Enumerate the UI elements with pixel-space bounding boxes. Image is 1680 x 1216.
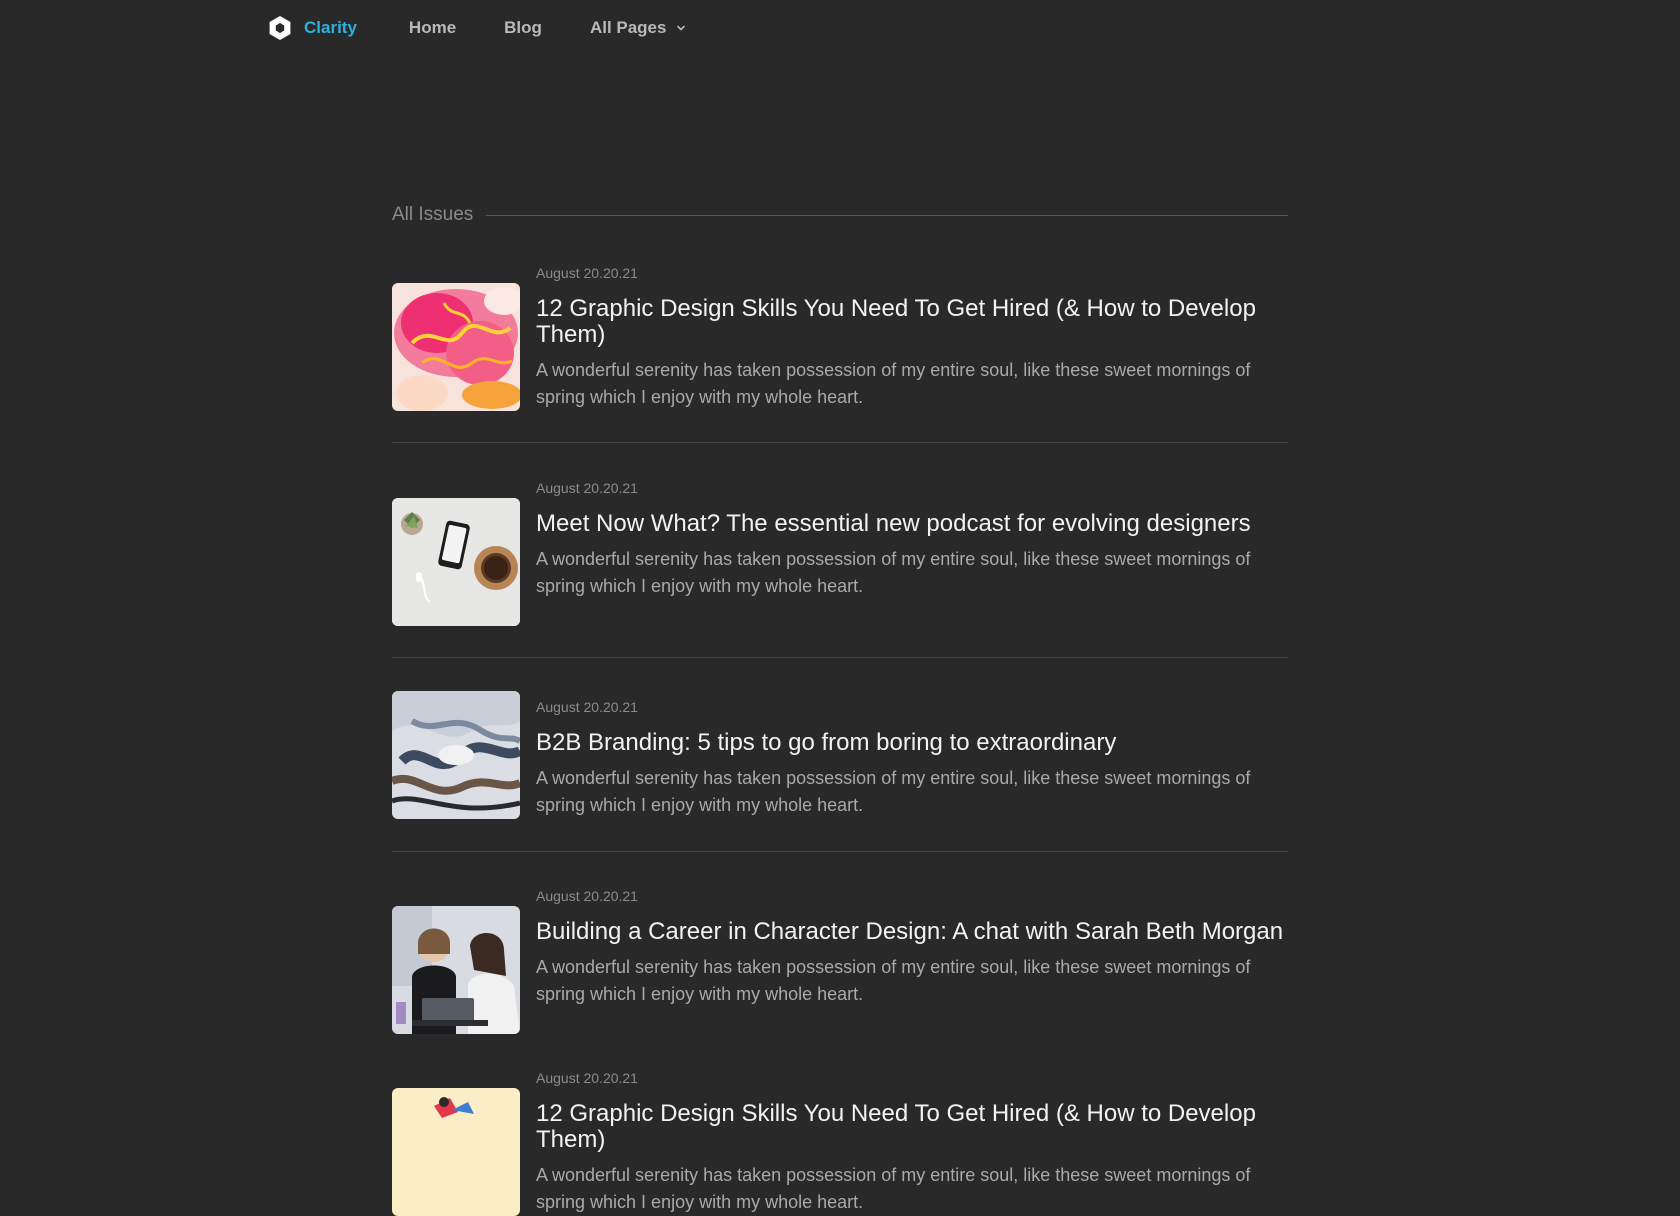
desk-phone-image: [392, 498, 520, 626]
hexagon-logo-icon: [269, 16, 291, 40]
article-divider: [392, 851, 1288, 852]
article-body-2: August 20.20.21 Meet Now What? The essen…: [536, 479, 1288, 600]
article-excerpt: A wonderful serenity has taken possessio…: [536, 957, 1251, 1004]
article-date: August 20.20.21: [536, 888, 638, 904]
section-divider: [486, 214, 1288, 216]
article-body-3: August 20.20.21 B2B Branding: 5 tips to …: [536, 698, 1288, 819]
section-title: All Issues: [392, 204, 474, 225]
nav-all-pages-label: All Pages: [589, 18, 667, 37]
article-thumbnail-1[interactable]: [392, 283, 520, 411]
nav-all-pages-dropdown[interactable]: All Pages: [590, 18, 687, 38]
nav-home-link[interactable]: Home: [409, 18, 456, 38]
article-date: August 20.20.21: [536, 265, 638, 281]
section-header: All Issues: [392, 202, 1288, 228]
article-date: August 20.20.21: [536, 699, 638, 715]
chevron-down-icon: [677, 25, 686, 31]
article-excerpt: A wonderful serenity has taken possessio…: [536, 549, 1251, 596]
article-thumbnail-2[interactable]: [392, 498, 520, 626]
article-body-4: August 20.20.21 Building a Career in Cha…: [536, 887, 1288, 1008]
article-excerpt: A wonderful serenity has taken possessio…: [536, 1165, 1251, 1212]
article-date: August 20.20.21: [536, 1070, 638, 1086]
article-title[interactable]: 12 Graphic Design Skills You Need To Get…: [536, 296, 1288, 348]
pink-fluid-art-image: [392, 283, 520, 411]
brand-name: Clarity: [304, 18, 357, 37]
article-thumbnail-5[interactable]: [392, 1088, 520, 1216]
top-nav: Clarity Home Blog All Pages: [268, 14, 686, 42]
article-divider: [392, 442, 1288, 443]
article-body-5: August 20.20.21 12 Graphic Design Skills…: [536, 1069, 1288, 1216]
article-title[interactable]: 12 Graphic Design Skills You Need To Get…: [536, 1101, 1288, 1153]
article-excerpt: A wonderful serenity has taken possessio…: [536, 360, 1251, 407]
article-title[interactable]: B2B Branding: 5 tips to go from boring t…: [536, 730, 1288, 756]
article-body-1: August 20.20.21 12 Graphic Design Skills…: [536, 264, 1288, 411]
article-thumbnail-4[interactable]: [392, 906, 520, 1034]
article-title[interactable]: Meet Now What? The essential new podcast…: [536, 511, 1288, 537]
article-title[interactable]: Building a Career in Character Design: A…: [536, 919, 1288, 945]
brand-link[interactable]: Clarity: [268, 15, 357, 41]
article-thumbnail-3[interactable]: [392, 691, 520, 819]
nav-blog-link[interactable]: Blog: [504, 18, 542, 38]
article-excerpt: A wonderful serenity has taken possessio…: [536, 768, 1251, 815]
illustration-image: [392, 1088, 520, 1216]
people-laptop-image: [392, 906, 520, 1034]
article-date: August 20.20.21: [536, 480, 638, 496]
article-divider: [392, 657, 1288, 658]
marble-swirl-image: [392, 691, 520, 819]
